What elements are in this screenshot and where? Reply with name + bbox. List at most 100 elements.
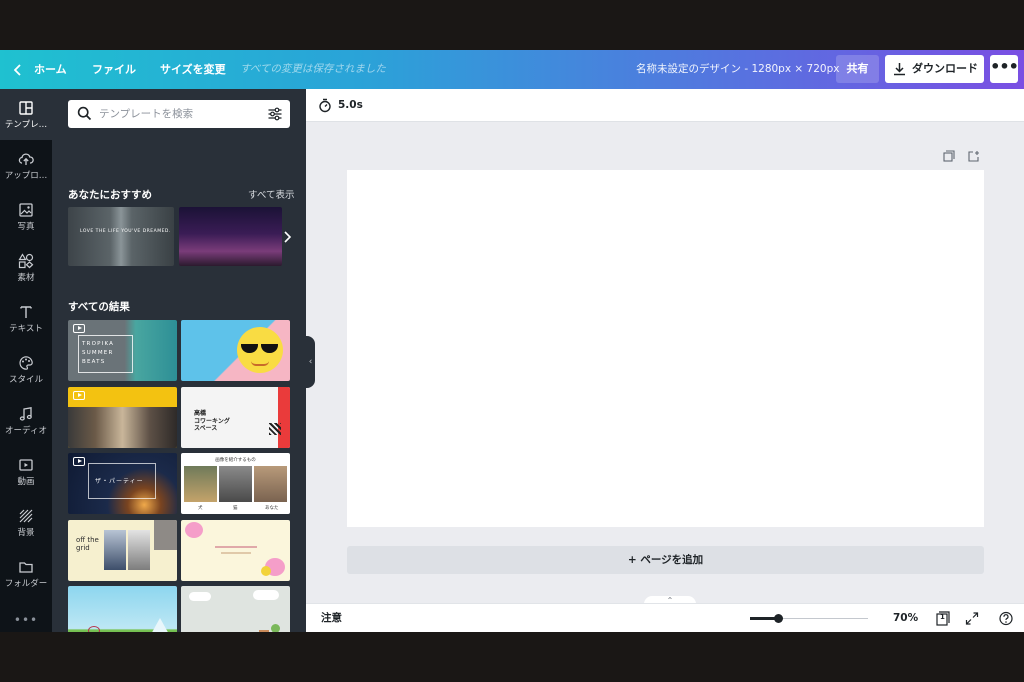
- app-window: ホーム ファイル サイズを変更 すべての変更は保存されました 名称未設定のデザイ…: [0, 50, 1024, 632]
- template-thumb[interactable]: [181, 320, 290, 381]
- template-text: ザ・パーティー: [95, 478, 144, 485]
- recommended-template-1[interactable]: LOVE THE LIFE YOU'VE DREAMED.: [68, 207, 174, 266]
- recommended-template-2[interactable]: [179, 207, 282, 266]
- more-options-button[interactable]: •••: [990, 55, 1019, 83]
- add-page-button[interactable]: + ページを追加: [347, 546, 984, 574]
- rail-label: アップロ…: [4, 171, 48, 181]
- design-title[interactable]: 名称未設定のデザイン - 1280px × 720px: [636, 50, 839, 89]
- tree-decoration: [271, 624, 280, 632]
- fullscreen-icon[interactable]: [965, 611, 979, 626]
- template-text: LOVE THE LIFE YOU'VE DREAMED.: [80, 229, 171, 234]
- editor-area: 5.0s + ページを追加 ⌃ 注意 70% 1: [306, 89, 1024, 632]
- rail-item-uploads[interactable]: アップロ…: [0, 140, 52, 191]
- notes-button[interactable]: 注意: [321, 604, 342, 632]
- download-label: ダウンロード: [912, 62, 978, 75]
- template-thumb[interactable]: off the grid: [68, 520, 177, 581]
- flower-decoration: [185, 522, 203, 538]
- rail-more[interactable]: •••: [0, 613, 52, 627]
- zoom-value[interactable]: 70%: [893, 604, 918, 632]
- rail-label: フォルダー: [4, 579, 48, 589]
- chevron-right-icon[interactable]: [282, 230, 292, 244]
- rail-label: テキスト: [9, 324, 43, 334]
- rail-label: 背景: [17, 528, 35, 538]
- rail-label: テンプレ…: [4, 120, 48, 130]
- rail-item-audio[interactable]: オーディオ: [0, 395, 52, 446]
- save-status: すべての変更は保存されました: [240, 63, 386, 75]
- rail-item-templates[interactable]: テンプレ…: [0, 89, 52, 140]
- play-icon: [73, 391, 85, 400]
- resize-menu[interactable]: サイズを変更: [160, 50, 226, 89]
- cat-photo: [219, 466, 252, 502]
- group-photo: [68, 407, 177, 448]
- download-button[interactable]: ダウンロード: [885, 55, 984, 83]
- page-count: 1: [940, 613, 945, 621]
- mountain-photo: [104, 530, 126, 570]
- rail-label: 素材: [17, 273, 35, 283]
- timer-icon[interactable]: [318, 98, 332, 113]
- see-all-link[interactable]: すべて表示: [248, 187, 294, 201]
- rail-item-video[interactable]: 動画: [0, 446, 52, 497]
- template-thumb[interactable]: 高橋 コワーキング スペース: [181, 387, 290, 448]
- stripes-decoration: [269, 423, 281, 435]
- rail-item-elements[interactable]: 素材: [0, 242, 52, 293]
- folder-icon: [19, 562, 33, 573]
- cloud-decoration: [253, 590, 279, 600]
- caption-cat: 猫: [233, 506, 238, 511]
- rail-item-styles[interactable]: スタイル: [0, 344, 52, 395]
- zoom-slider-handle[interactable]: [774, 614, 783, 623]
- palette-icon: [19, 356, 33, 370]
- all-results-title: すべての結果: [68, 301, 130, 313]
- play-icon: [73, 457, 85, 466]
- music-note-icon: [19, 407, 32, 421]
- caption-dog: 犬: [198, 506, 203, 511]
- template-thumb[interactable]: [68, 387, 177, 448]
- template-thumb[interactable]: TROPIKA SUMMER BEATS: [68, 320, 177, 381]
- rail-item-text[interactable]: テキスト: [0, 293, 52, 344]
- red-stripe: [278, 387, 290, 448]
- rail-label: スタイル: [8, 375, 43, 385]
- legs-photo: [154, 520, 177, 550]
- template-thumb[interactable]: [181, 520, 290, 581]
- rail-item-background[interactable]: 背景: [0, 497, 52, 548]
- bicycle-decoration: [88, 626, 100, 632]
- background-pattern-icon: [19, 509, 33, 523]
- page-count-button[interactable]: 1: [936, 611, 950, 626]
- caption-you: あなた: [265, 506, 279, 511]
- home-button[interactable]: ホーム: [14, 50, 67, 89]
- baby-photo: [254, 466, 287, 502]
- duplicate-page-icon[interactable]: [943, 150, 955, 162]
- smile: [251, 361, 269, 366]
- dog-photo: [184, 466, 217, 502]
- home-label: ホーム: [34, 63, 67, 76]
- text-icon: [20, 306, 32, 318]
- file-menu[interactable]: ファイル: [92, 50, 136, 89]
- help-icon[interactable]: [999, 611, 1013, 626]
- template-text: off the grid: [76, 536, 99, 552]
- elements-icon: [18, 253, 34, 269]
- recommended-title: あなたにおすすめ: [68, 189, 152, 201]
- template-text: TROPIKA SUMMER BEATS: [82, 341, 115, 365]
- search-placeholder: テンプレートを検索: [99, 108, 194, 120]
- template-text: 高橋 コワーキング スペース: [194, 410, 230, 432]
- design-canvas[interactable]: [347, 170, 984, 527]
- template-thumb[interactable]: ザ・パーティー: [68, 453, 177, 514]
- side-icon-rail: テンプレ… アップロ… 写真 素材 テキスト スタイル オーディオ 動画 背景 …: [0, 89, 52, 632]
- template-thumb[interactable]: 画像を紹介するもの 犬 猫 あなた: [181, 453, 290, 514]
- template-thumb[interactable]: [68, 586, 177, 632]
- add-page-icon[interactable]: [968, 150, 980, 162]
- share-button[interactable]: 共有: [836, 55, 879, 83]
- text-line: [215, 546, 257, 548]
- cloud-decoration: [189, 592, 211, 601]
- top-bar: ホーム ファイル サイズを変更 すべての変更は保存されました 名称未設定のデザイ…: [0, 50, 1024, 89]
- search-icon: [77, 106, 92, 121]
- video-icon: [19, 459, 33, 471]
- filter-sliders-icon[interactable]: [267, 106, 283, 122]
- text-line: [221, 552, 251, 554]
- rail-item-folders[interactable]: フォルダー: [0, 548, 52, 599]
- template-text: 画像を紹介するもの: [215, 458, 256, 463]
- template-thumb[interactable]: [181, 586, 290, 632]
- duration-value[interactable]: 5.0s: [338, 89, 363, 122]
- template-search[interactable]: テンプレートを検索: [68, 100, 290, 128]
- rail-item-photos[interactable]: 写真: [0, 191, 52, 242]
- timing-bar: 5.0s: [306, 89, 1024, 122]
